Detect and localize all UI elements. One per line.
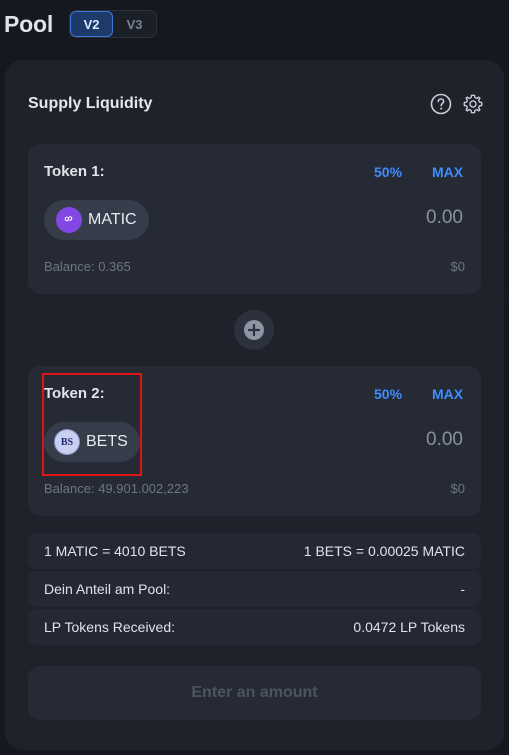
lp-tokens-label: LP Tokens Received:: [44, 619, 176, 635]
token2-select[interactable]: BS BETS: [44, 422, 140, 462]
token2-balance: Balance: 49.901.002,223: [44, 481, 189, 496]
token1-balance: Balance: 0.365: [44, 259, 131, 274]
page-header: Pool V2 V3: [4, 8, 158, 40]
supply-liquidity-card: Supply Liquidity Token 1: 50% MAX MATIC …: [5, 60, 504, 750]
bets-logo-text: BS: [60, 436, 74, 448]
rate-matic-to-bets: 1 MATIC = 4010 BETS: [44, 543, 186, 559]
token1-symbol: MATIC: [88, 211, 137, 228]
token2-label: Token 2:: [44, 385, 105, 402]
version-switch: V2 V3: [69, 10, 158, 38]
lp-tokens-row: LP Tokens Received: 0.0472 LP Tokens: [28, 609, 481, 645]
page-title: Pool: [4, 10, 54, 37]
matic-logo-icon: [56, 207, 82, 233]
token1-panel: Token 1: 50% MAX MATIC Balance: 0.365 $0: [28, 144, 481, 294]
token2-symbol: BETS: [86, 433, 128, 450]
rate-bets-to-matic: 1 BETS = 0.00025 MATIC: [303, 543, 465, 559]
enter-amount-button[interactable]: Enter an amount: [28, 666, 481, 720]
bets-logo-icon: BS: [54, 429, 80, 455]
pool-share-label: Dein Anteil am Pool:: [44, 581, 171, 597]
token1-select[interactable]: MATIC: [44, 200, 149, 240]
pool-share-row: Dein Anteil am Pool: -: [28, 571, 481, 607]
token2-usd-value: $0: [450, 481, 465, 496]
token2-amount-input[interactable]: [313, 429, 463, 451]
tab-v3[interactable]: V3: [113, 11, 156, 37]
lp-tokens-value: 0.0472 LP Tokens: [353, 619, 465, 635]
token2-max-button[interactable]: MAX: [432, 386, 463, 402]
add-token-button[interactable]: [234, 310, 274, 350]
token1-max-button[interactable]: MAX: [432, 164, 463, 180]
card-header: Supply Liquidity: [28, 92, 484, 116]
card-title: Supply Liquidity: [28, 95, 153, 112]
pool-share-value: -: [460, 581, 465, 597]
plus-circle-icon: [244, 320, 264, 340]
token1-usd-value: $0: [450, 259, 465, 274]
token1-label: Token 1:: [44, 163, 105, 180]
token1-50-percent-button[interactable]: 50%: [374, 164, 402, 180]
token1-amount-input[interactable]: [313, 207, 463, 229]
gear-icon[interactable]: [461, 93, 484, 116]
help-circle-icon[interactable]: [429, 93, 452, 116]
token2-panel: Token 2: 50% MAX BS BETS Balance: 49.901…: [28, 366, 481, 516]
exchange-rate-row: 1 MATIC = 4010 BETS 1 BETS = 0.00025 MAT…: [28, 533, 481, 569]
tab-v2[interactable]: V2: [70, 11, 114, 37]
token2-50-percent-button[interactable]: 50%: [374, 386, 402, 402]
